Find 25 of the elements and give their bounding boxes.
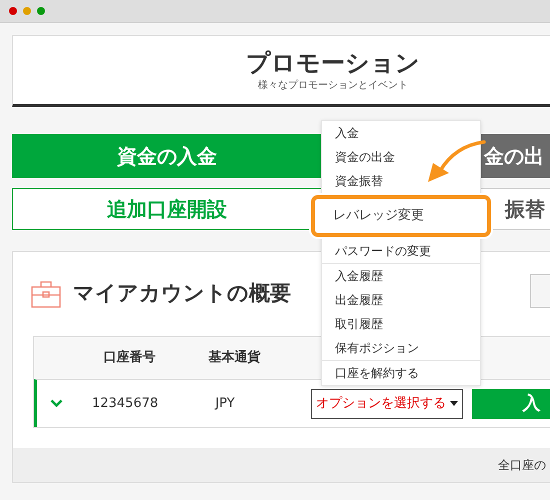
account-title: マイアカウントの概要 xyxy=(73,280,291,308)
menu-item[interactable]: 入金履歴 xyxy=(322,264,480,288)
briefcase-icon xyxy=(31,280,61,308)
menu-item[interactable]: 出金履歴 xyxy=(322,288,480,312)
menu-item[interactable]: パスワードの変更 xyxy=(322,239,480,263)
column-header: 基本通貨 xyxy=(208,350,260,366)
currency: JPY xyxy=(215,396,235,411)
minimize-icon[interactable] xyxy=(23,7,31,15)
close-icon[interactable] xyxy=(9,7,17,15)
column-header: 口座番号 xyxy=(104,350,156,366)
menu-item[interactable]: 保有ポジション xyxy=(322,336,480,360)
menu-item[interactable]: 取引履歴 xyxy=(322,312,480,336)
maximize-icon[interactable] xyxy=(37,7,45,15)
page-subtitle: 様々なプロモーションとイベント xyxy=(258,78,408,92)
menu-item[interactable]: レバレッジ変更 xyxy=(311,195,491,237)
menu-item[interactable]: 入金 xyxy=(322,121,480,145)
page-title: プロモーション xyxy=(246,48,420,78)
chevron-icon[interactable] xyxy=(50,399,63,408)
footer-text: 全口座の xyxy=(498,457,546,474)
menu-item[interactable]: 口座を解約する xyxy=(322,361,480,385)
account-number: 12345678 xyxy=(92,396,158,411)
option-select[interactable]: オプションを選択する xyxy=(310,388,464,418)
menu-item[interactable]: 資金振替 xyxy=(322,169,480,193)
caret-icon xyxy=(450,401,458,406)
menu-item[interactable]: 資金の出金 xyxy=(322,145,480,169)
